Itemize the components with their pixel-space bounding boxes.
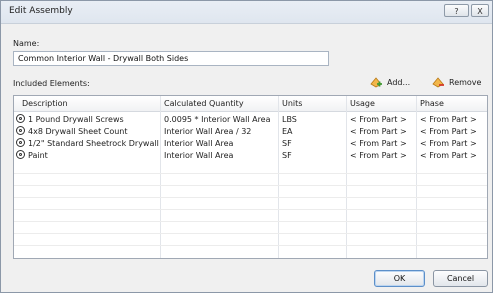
edit-assembly-dialog: Edit Assembly ? X Name: Common Interior … [0,0,493,293]
row-quantity: Interior Wall Area / 32 [164,127,252,136]
remove-label: Remove [449,77,482,87]
assembly-part-icon [16,126,25,135]
add-element-icon [370,76,382,87]
included-elements-label: Included Elements: [13,79,90,88]
table-row[interactable]: 4x8 Drywall Sheet Count Interior Wall Ar… [14,126,487,137]
row-units: SF [282,139,292,148]
help-button[interactable]: ? [444,4,469,17]
close-button[interactable]: X [471,4,489,17]
column-header-phase[interactable]: Phase [420,98,444,109]
remove-button[interactable]: Remove [432,75,481,89]
grid-line [14,245,487,246]
row-phase: < From Part > [420,151,477,160]
title-bar: Edit Assembly ? X [1,1,492,24]
assembly-part-icon [16,150,25,159]
row-quantity: Interior Wall Area [164,151,234,160]
row-description: Paint [28,151,48,160]
add-label: Add... [387,77,411,87]
assembly-part-icon [16,138,25,147]
table-row[interactable]: 1 Pound Drywall Screws 0.0095 * Interior… [14,114,487,125]
ok-button[interactable]: OK [374,270,425,287]
table-row[interactable]: Paint Interior Wall Area SF < From Part … [14,150,487,161]
cancel-button[interactable]: Cancel [433,270,488,287]
row-units: LBS [282,115,297,124]
remove-element-icon [432,76,444,87]
row-phase: < From Part > [420,115,477,124]
grid-line [14,185,487,186]
row-description: 4x8 Drywall Sheet Count [28,127,128,136]
row-units: SF [282,151,292,160]
column-header-units[interactable]: Units [282,98,302,109]
column-header-usage[interactable]: Usage [350,98,375,109]
grid-line [14,209,487,210]
row-quantity: Interior Wall Area [164,139,234,148]
grid-line [14,233,487,234]
assembly-part-icon [16,114,25,123]
name-input[interactable]: Common Interior Wall - Drywall Both Side… [13,51,329,66]
row-usage: < From Part > [350,127,407,136]
window-title: Edit Assembly [9,6,73,16]
add-button[interactable]: Add... [370,75,410,89]
row-description: 1/2" Standard Sheetrock Drywall [28,139,159,148]
row-description: 1 Pound Drywall Screws [28,115,124,124]
row-usage: < From Part > [350,139,407,148]
row-usage: < From Part > [350,151,407,160]
elements-grid[interactable]: Description Calculated Quantity Units Us… [13,95,488,259]
grid-line [14,197,487,198]
grid-line [14,221,487,222]
row-usage: < From Part > [350,115,407,124]
row-units: EA [282,127,293,136]
grid-line [14,173,487,174]
name-label: Name: [13,39,40,48]
row-phase: < From Part > [420,139,477,148]
table-row[interactable]: 1/2" Standard Sheetrock Drywall Interior… [14,138,487,149]
row-quantity: 0.0095 * Interior Wall Area [164,115,271,124]
row-phase: < From Part > [420,127,477,136]
column-header-description[interactable]: Description [22,98,68,109]
column-header-quantity[interactable]: Calculated Quantity [164,98,244,109]
